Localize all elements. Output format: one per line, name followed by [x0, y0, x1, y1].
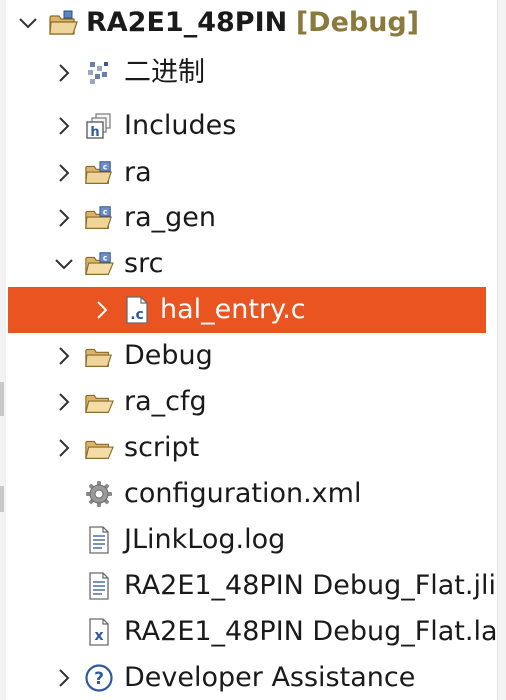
tree-item-label: ra_gen	[124, 202, 217, 233]
tree-item-label: ra	[124, 157, 152, 188]
chevron-right-icon[interactable]	[54, 163, 74, 183]
tree-item-label: Debug	[124, 340, 213, 371]
binaries-icon	[84, 58, 114, 88]
tree-item-label: Developer Assistance	[124, 662, 416, 693]
tree-row-ra-cfg[interactable]: ra_cfg	[0, 379, 498, 425]
folder-open-icon	[84, 433, 114, 463]
chevron-right-icon[interactable]	[54, 392, 74, 412]
gear-icon	[84, 479, 114, 509]
tree-row-debug-flat-launch[interactable]: x RA2E1_48PIN Debug_Flat.launch	[0, 609, 498, 655]
tree-item-label: RA2E1_48PIN Debug_Flat.launch	[124, 616, 498, 647]
chevron-right-icon[interactable]	[54, 208, 74, 228]
chevron-right-icon[interactable]	[54, 116, 74, 136]
project-name: RA2E1_48PIN	[86, 7, 288, 38]
help-icon: ?	[84, 663, 114, 693]
tree-row-debug[interactable]: Debug	[0, 333, 498, 379]
tree-row-script[interactable]: script	[0, 425, 498, 471]
tree-row-src[interactable]: c src	[0, 241, 498, 287]
tree-row-ra-gen[interactable]: c ra_gen	[0, 195, 498, 241]
vertical-scrollbar[interactable]	[497, 0, 506, 700]
chevron-down-icon[interactable]	[54, 254, 74, 274]
tree-item-label: 二进制	[124, 57, 205, 88]
svg-text:?: ?	[94, 669, 104, 689]
source-folder-icon: c	[84, 158, 114, 188]
svg-text:c: c	[103, 163, 107, 172]
svg-text:c: c	[103, 208, 107, 217]
tree-row-ra[interactable]: c ra	[0, 150, 498, 196]
chevron-right-icon[interactable]	[54, 438, 74, 458]
tree-row-project[interactable]: RA2E1_48PIN [Debug]	[0, 0, 498, 46]
tree-row-hal-entry[interactable]: .c hal_entry.c	[8, 287, 486, 333]
svg-text:h: h	[90, 125, 99, 140]
build-config-decoration: [Debug]	[295, 7, 420, 38]
project-folder-icon	[48, 8, 78, 38]
text-file-icon	[84, 571, 114, 601]
tree-row-debug-flat-jlink[interactable]: RA2E1_48PIN Debug_Flat.jlink	[0, 563, 498, 609]
project-explorer-tree: RA2E1_48PIN [Debug] 二进制 h Includes c ra …	[0, 0, 506, 700]
chevron-right-icon[interactable]	[54, 668, 74, 688]
tree-row-includes[interactable]: h Includes	[0, 103, 498, 149]
chevron-right-icon[interactable]	[54, 346, 74, 366]
source-folder-open-icon: c	[84, 249, 114, 279]
folder-open-icon	[84, 387, 114, 417]
launch-file-icon: x	[84, 617, 114, 647]
tree-item-label: ra_cfg	[124, 386, 207, 417]
c-file-icon: .c	[122, 295, 152, 325]
chevron-right-icon[interactable]	[54, 63, 74, 83]
tree-item-label: configuration.xml	[124, 478, 362, 509]
text-file-icon	[84, 525, 114, 555]
includes-icon: h	[84, 111, 114, 141]
svg-text:x: x	[94, 628, 103, 644]
tree-item-label: JLinkLog.log	[124, 524, 286, 555]
tree-row-jlinklog[interactable]: JLinkLog.log	[0, 517, 498, 563]
folder-icon	[84, 341, 114, 371]
source-folder-icon: c	[84, 203, 114, 233]
svg-text:c: c	[103, 254, 107, 263]
chevron-down-icon[interactable]	[18, 13, 38, 33]
tree-item-label: src	[124, 248, 164, 279]
tree-row-binaries[interactable]: 二进制	[0, 50, 498, 96]
tree-row-configuration-xml[interactable]: configuration.xml	[0, 471, 498, 517]
chevron-right-icon[interactable]	[92, 300, 112, 320]
tree-item-label: script	[124, 432, 200, 463]
tree-row-developer-assistance[interactable]: ? Developer Assistance	[0, 655, 498, 700]
tree-item-label: Includes	[124, 110, 237, 141]
svg-text:.c: .c	[130, 307, 144, 323]
tree-item-label: RA2E1_48PIN Debug_Flat.jlink	[124, 570, 498, 601]
tree-item-label: hal_entry.c	[160, 294, 306, 325]
